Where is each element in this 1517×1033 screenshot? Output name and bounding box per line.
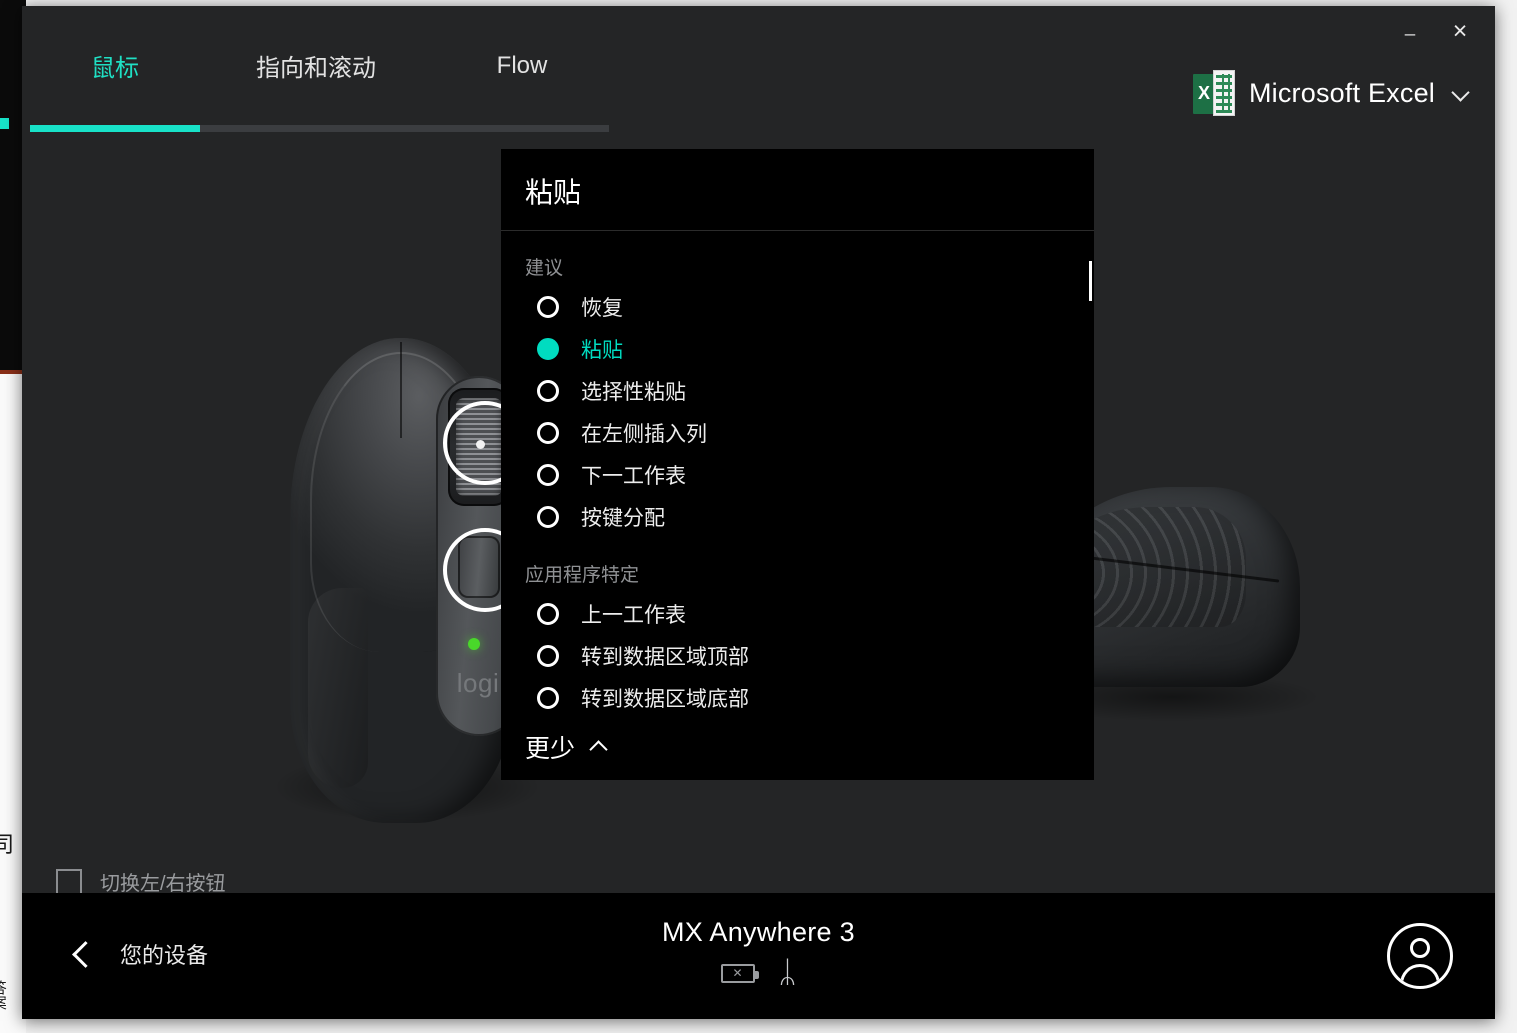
- tab-point-and-scroll[interactable]: 指向和滚动: [200, 6, 432, 125]
- option-item-selected[interactable]: 粘贴: [501, 328, 1094, 370]
- app-header: 鼠标 指向和滚动 Flow Microsoft Excel: [22, 6, 1495, 125]
- radio-icon-selected[interactable]: [537, 338, 559, 360]
- tab-mouse[interactable]: 鼠标: [30, 6, 200, 125]
- background-glyph-bottom: 答案: [0, 980, 8, 1010]
- popup-scrollbar-thumb[interactable]: [1089, 261, 1092, 301]
- radio-icon[interactable]: [537, 422, 559, 444]
- battery-x-glyph: ✕: [732, 966, 743, 980]
- swap-buttons-checkbox[interactable]: [56, 868, 82, 893]
- bluetooth-icon: ᛦ: [778, 956, 797, 989]
- option-label: 转到数据区域底部: [581, 688, 749, 711]
- background-accent-sliver: [0, 118, 9, 129]
- excel-icon: [1192, 70, 1235, 116]
- option-item[interactable]: 选择性粘贴: [501, 370, 1094, 412]
- option-item[interactable]: 按键分配: [501, 496, 1094, 538]
- tab-flow[interactable]: Flow: [432, 6, 612, 125]
- device-status-icons: ✕ ᛦ: [720, 956, 797, 989]
- logitech-options-window: _ × 鼠标 指向和滚动 Flow X Microsoft Excel logi…: [22, 6, 1495, 1019]
- option-label: 按键分配: [581, 507, 665, 530]
- option-label: 恢复: [581, 297, 623, 320]
- close-button[interactable]: ×: [1441, 14, 1479, 48]
- swap-buttons-row[interactable]: 切换左/右按钮: [56, 867, 226, 893]
- radio-icon[interactable]: [537, 603, 559, 625]
- chevron-down-icon[interactable]: [1453, 84, 1471, 102]
- option-label: 下一工作表: [581, 465, 686, 488]
- show-less-label: 更少: [525, 735, 576, 763]
- device-info: MX Anywhere 3 ✕ ᛦ: [22, 917, 1495, 988]
- chevron-up-icon[interactable]: [589, 738, 607, 756]
- option-label: 上一工作表: [581, 604, 686, 627]
- radio-icon[interactable]: [537, 380, 559, 402]
- popup-footer: 更少: [501, 714, 1094, 780]
- radio-icon[interactable]: [537, 645, 559, 667]
- avatar-ring: [1387, 923, 1453, 989]
- radio-icon[interactable]: [537, 506, 559, 528]
- tab-active-indicator: [30, 125, 200, 132]
- group-label-suggested: 建议: [525, 258, 564, 279]
- radio-icon[interactable]: [537, 687, 559, 709]
- tab-bar: 鼠标 指向和滚动 Flow: [22, 6, 612, 125]
- option-label: 转到数据区域顶部: [581, 646, 749, 669]
- popup-header: 粘贴: [501, 149, 1094, 231]
- application-name-label: Microsoft Excel: [1248, 77, 1435, 108]
- group-label-app-specific: 应用程序特定: [525, 565, 640, 586]
- account-avatar-icon[interactable]: [1387, 923, 1453, 989]
- bottom-status-bar: 您的设备 MX Anywhere 3 ✕ ᛦ: [22, 893, 1495, 1019]
- option-item[interactable]: 转到数据区域顶部: [501, 635, 1094, 677]
- option-item[interactable]: 下一工作表: [501, 454, 1094, 496]
- device-name-label: MX Anywhere 3: [662, 917, 855, 947]
- excel-icon-sheet: [1212, 70, 1235, 116]
- popup-title: 粘贴: [525, 177, 582, 208]
- swap-buttons-label: 切换左/右按钮: [100, 873, 226, 893]
- minimize-button[interactable]: _: [1391, 14, 1429, 48]
- background-glyph-left: 司: [0, 833, 15, 858]
- window-controls: _ ×: [1391, 14, 1479, 48]
- mouse-top-view: logi: [290, 338, 527, 823]
- radio-icon[interactable]: [537, 296, 559, 318]
- avatar-head: [1410, 938, 1430, 958]
- option-item[interactable]: 转到数据区域底部: [501, 677, 1094, 714]
- status-led-icon: [468, 638, 480, 650]
- mouse-side-groove: [308, 588, 368, 788]
- action-assignment-popup: 粘贴 建议 恢复 粘贴 选择性粘贴 在左侧插入列 下一工作表 按键分配 应用程序…: [501, 149, 1094, 780]
- option-item[interactable]: 上一工作表: [501, 593, 1094, 635]
- application-selector[interactable]: Microsoft Excel: [1192, 70, 1471, 116]
- option-label: 在左侧插入列: [581, 423, 707, 446]
- option-item[interactable]: 在左侧插入列: [501, 412, 1094, 454]
- option-label: 粘贴: [581, 339, 623, 362]
- excel-icon-letter: [1192, 74, 1215, 114]
- show-less-toggle[interactable]: 更少: [525, 729, 607, 765]
- radio-icon[interactable]: [537, 464, 559, 486]
- battery-empty-icon: ✕: [720, 963, 759, 983]
- option-label: 选择性粘贴: [581, 381, 686, 404]
- option-item[interactable]: 恢复: [501, 286, 1094, 328]
- mouse-button-split: [400, 342, 402, 438]
- popup-options-list[interactable]: 建议 恢复 粘贴 选择性粘贴 在左侧插入列 下一工作表 按键分配 应用程序特定 …: [501, 231, 1094, 714]
- avatar-body: [1400, 964, 1440, 986]
